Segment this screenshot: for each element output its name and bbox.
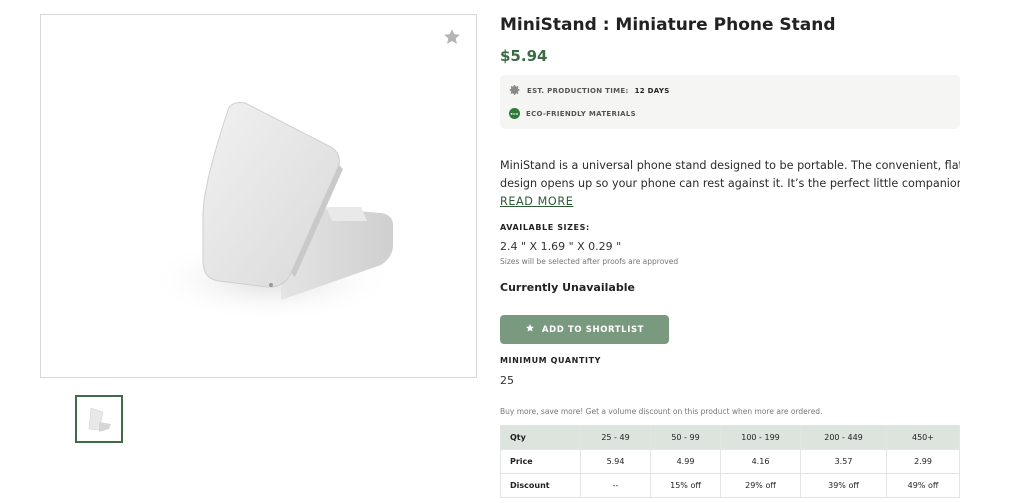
sizes-label: AVAILABLE SIZES: [500,223,590,232]
thumbnail-image[interactable] [75,395,123,443]
description-line-2: design opens up so your phone can rest a… [500,177,960,190]
product-title: MiniStand : Miniature Phone Stand [500,15,836,35]
pricing-cell: -- [580,473,651,498]
product-price: $5.94 [500,47,548,65]
eco-materials-label: ECO-FRIENDLY MATERIALS [526,109,636,118]
sizes-value: 2.4 " X 1.69 " X 0.29 " [500,240,622,253]
availability-status: Currently Unavailable [500,281,635,294]
pricing-cell: 39% off [800,473,887,498]
pricing-discount-row: Discount -- 15% off 29% off 39% off 49% … [500,473,960,498]
eco-materials-row: ECO ECO-FRIENDLY MATERIALS [509,108,636,119]
star-icon [525,323,535,336]
pricing-header-cell: 200 - 449 [800,425,887,450]
gear-icon [509,84,521,98]
minimum-quantity-label: MINIMUM QUANTITY [500,356,602,365]
product-description: MiniStand is a universal phone stand des… [500,157,960,211]
eco-badge-icon: ECO [509,108,520,119]
pricing-header-cell: 100 - 199 [720,425,801,450]
pricing-cell: 2.99 [886,449,960,474]
pricing-header-cell: 450+ [886,425,960,450]
pricing-cell: 4.99 [650,449,721,474]
pricing-cell: 29% off [720,473,801,498]
pricing-cell: 5.94 [580,449,651,474]
pricing-cell: 3.57 [800,449,887,474]
pricing-cell: Price [500,449,581,474]
pricing-price-row: Price 5.94 4.99 4.16 3.57 2.99 [500,449,960,474]
production-time-row: EST. PRODUCTION TIME: 12 DAYS [509,84,670,98]
pricing-header-row: Qty 25 - 49 50 - 99 100 - 199 200 - 449 … [500,425,960,450]
production-time-label: EST. PRODUCTION TIME: [527,87,629,95]
minimum-quantity-value: 25 [500,374,514,387]
pricing-cell: Discount [500,473,581,498]
production-time-value: 12 DAYS [634,87,670,95]
volume-discount-note: Buy more, save more! Get a volume discou… [500,407,823,416]
phone-stand-image [146,102,396,322]
pricing-cell: 49% off [886,473,960,498]
product-info-box: EST. PRODUCTION TIME: 12 DAYS ECO ECO-FR… [500,75,960,129]
pricing-cell: 15% off [650,473,721,498]
pricing-table: Qty 25 - 49 50 - 99 100 - 199 200 - 449 … [500,425,960,498]
read-more-link[interactable]: READ MORE [500,193,573,211]
pricing-header-cell: 25 - 49 [580,425,651,450]
product-main-image[interactable] [40,14,477,378]
add-to-shortlist-button[interactable]: ADD TO SHORTLIST [500,315,669,344]
description-line-1: MiniStand is a universal phone stand des… [500,159,960,172]
pricing-header-cell: Qty [500,425,581,450]
sizes-note: Sizes will be selected after proofs are … [500,257,679,266]
star-icon[interactable] [442,27,462,47]
add-to-shortlist-label: ADD TO SHORTLIST [541,324,645,335]
pricing-header-cell: 50 - 99 [650,425,721,450]
pricing-cell: 4.16 [720,449,801,474]
